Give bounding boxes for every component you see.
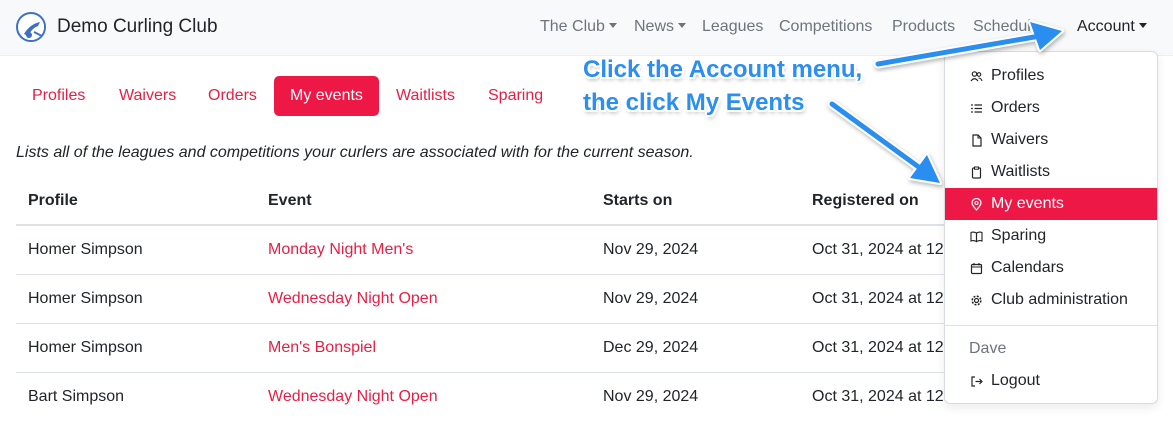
annotation-line-1: Click the Account menu,: [583, 56, 863, 83]
arrow-to-my-events-icon: [827, 99, 942, 185]
arrow-to-account-icon: [873, 20, 1064, 69]
annotation-line-2: the click My Events: [583, 89, 805, 116]
